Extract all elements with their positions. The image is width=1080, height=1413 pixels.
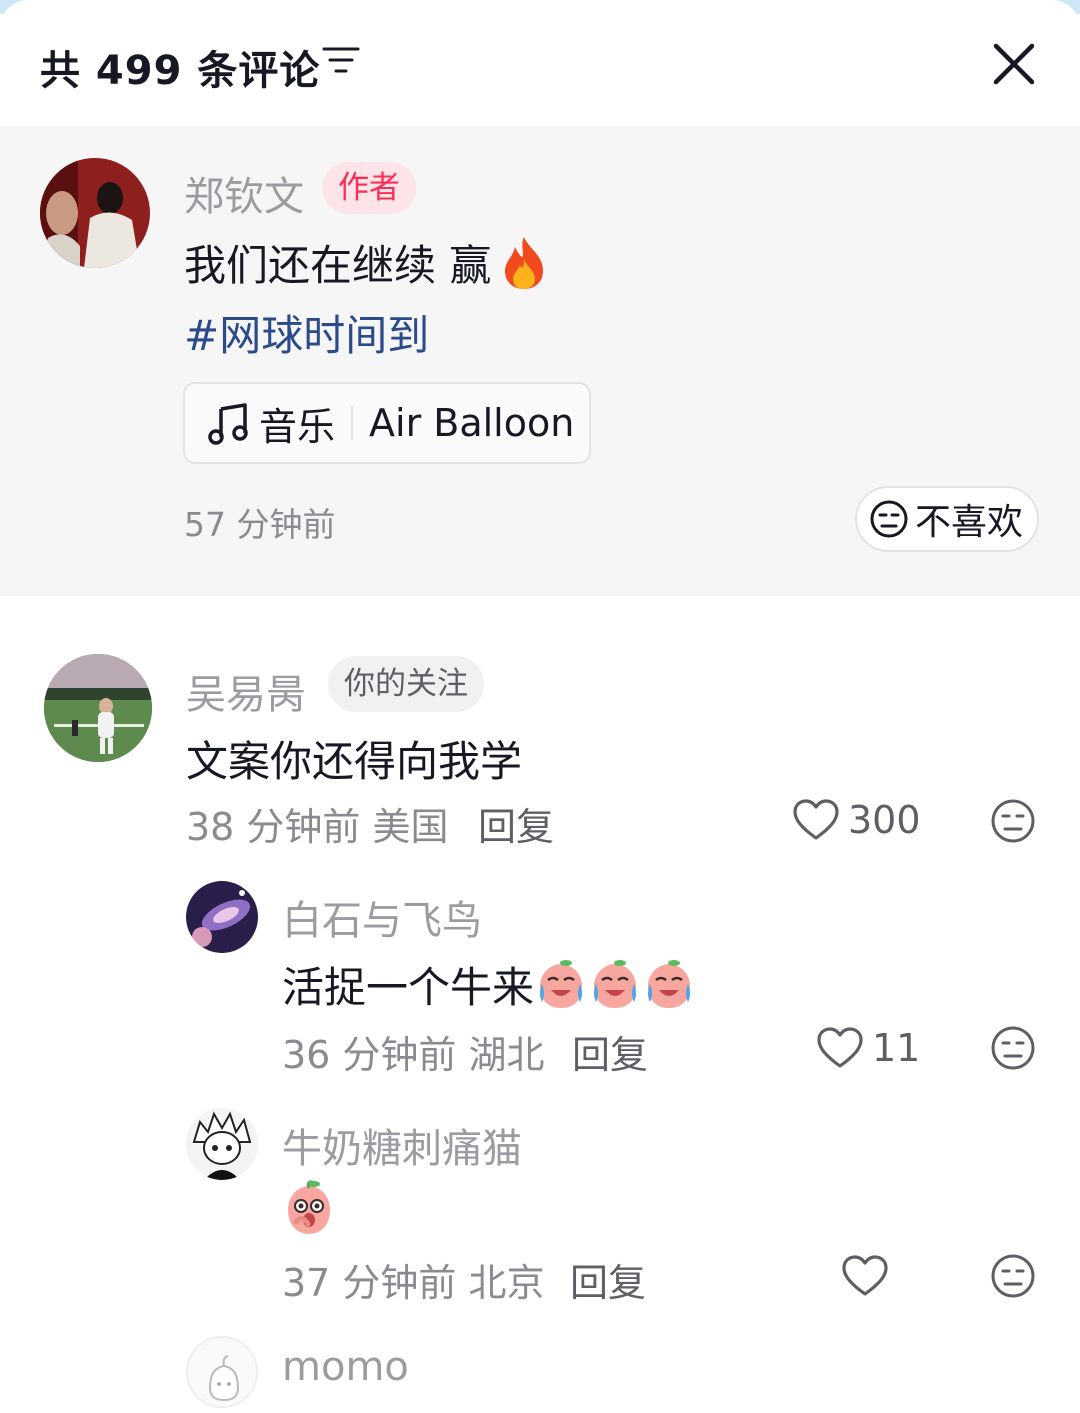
commenter-name[interactable]: 吴易昺 xyxy=(186,662,306,720)
like-button[interactable]: 11 xyxy=(816,1026,920,1070)
meh-face-icon[interactable] xyxy=(989,797,1037,845)
replier-avatar[interactable] xyxy=(186,1336,258,1408)
crying-peach-emojis xyxy=(534,958,696,1012)
music-song-title: Air Balloon xyxy=(369,401,575,445)
music-note-icon xyxy=(208,403,248,445)
heart-icon xyxy=(793,799,839,840)
commenter-avatar[interactable] xyxy=(44,654,152,762)
dislike-label: 不喜欢 xyxy=(915,502,1024,543)
like-button[interactable] xyxy=(841,1254,889,1298)
like-count: 300 xyxy=(848,798,921,842)
reply-meta: 37 分钟前 北京 xyxy=(282,1261,545,1305)
crying-peach-emoji xyxy=(534,958,588,1012)
replier-avatar[interactable] xyxy=(186,1108,258,1180)
like-count: 11 xyxy=(872,1026,921,1070)
meh-face-icon[interactable] xyxy=(989,1024,1037,1072)
comment-text: 文案你还得向我学 xyxy=(186,737,523,786)
author-comment: 郑钦文 作者 我们还在继续 赢 #网球时间到 音乐 Air Balloon 57… xyxy=(0,126,1080,596)
replier-name[interactable]: 牛奶糖刺痛猫 xyxy=(282,1116,522,1174)
fire-icon xyxy=(505,236,544,289)
following-badge: 你的关注 xyxy=(328,656,484,712)
author-comment-time: 57 分钟前 xyxy=(184,505,336,544)
reply-text: 活捉一个牛来 xyxy=(282,954,696,1015)
filter-lines-icon[interactable] xyxy=(322,44,362,78)
reply-button[interactable]: 回复 xyxy=(570,1252,646,1307)
crying-peach-emoji xyxy=(642,958,696,1012)
author-avatar[interactable] xyxy=(40,158,150,268)
comment-header: 共 499 条评论 xyxy=(0,0,1080,126)
crying-peach-emoji xyxy=(588,958,642,1012)
music-label: 音乐 xyxy=(259,404,336,449)
heart-icon xyxy=(842,1255,888,1296)
reply-meta: 36 分钟前 湖北 xyxy=(282,1033,545,1077)
author-badge: 作者 xyxy=(322,162,416,214)
comment-count-title: 共 499 条评论 xyxy=(40,48,321,94)
close-icon[interactable] xyxy=(990,40,1038,88)
hashtag-link[interactable]: #网球时间到 xyxy=(184,302,429,363)
author-name[interactable]: 郑钦文 xyxy=(184,164,304,222)
music-divider xyxy=(351,406,354,440)
author-comment-body: 我们还在继续 赢 xyxy=(184,241,492,290)
like-button[interactable]: 300 xyxy=(792,798,921,842)
meh-face-icon xyxy=(870,500,908,538)
comment-meta: 38 分钟前 美国 xyxy=(186,805,449,849)
replier-avatar[interactable] xyxy=(186,881,258,953)
reply-button[interactable]: 回复 xyxy=(478,796,554,851)
replier-name[interactable]: 白石与飞鸟 xyxy=(282,888,482,946)
shocked-peach-emoji xyxy=(288,1180,330,1234)
heart-icon xyxy=(817,1027,863,1068)
author-comment-text: 我们还在继续 赢 xyxy=(184,232,547,293)
comment-sheet: 共 499 条评论 郑钦文 作者 我们还在继续 赢 #网球时间到 音乐 Air … xyxy=(0,0,1080,1413)
replier-name[interactable]: momo xyxy=(282,1344,409,1390)
reply-button[interactable]: 回复 xyxy=(572,1024,648,1079)
music-chip[interactable]: 音乐 Air Balloon xyxy=(183,382,591,464)
meh-face-icon[interactable] xyxy=(989,1252,1037,1300)
reply-body: 活捉一个牛来 xyxy=(282,963,535,1012)
dislike-button[interactable]: 不喜欢 xyxy=(855,486,1039,552)
